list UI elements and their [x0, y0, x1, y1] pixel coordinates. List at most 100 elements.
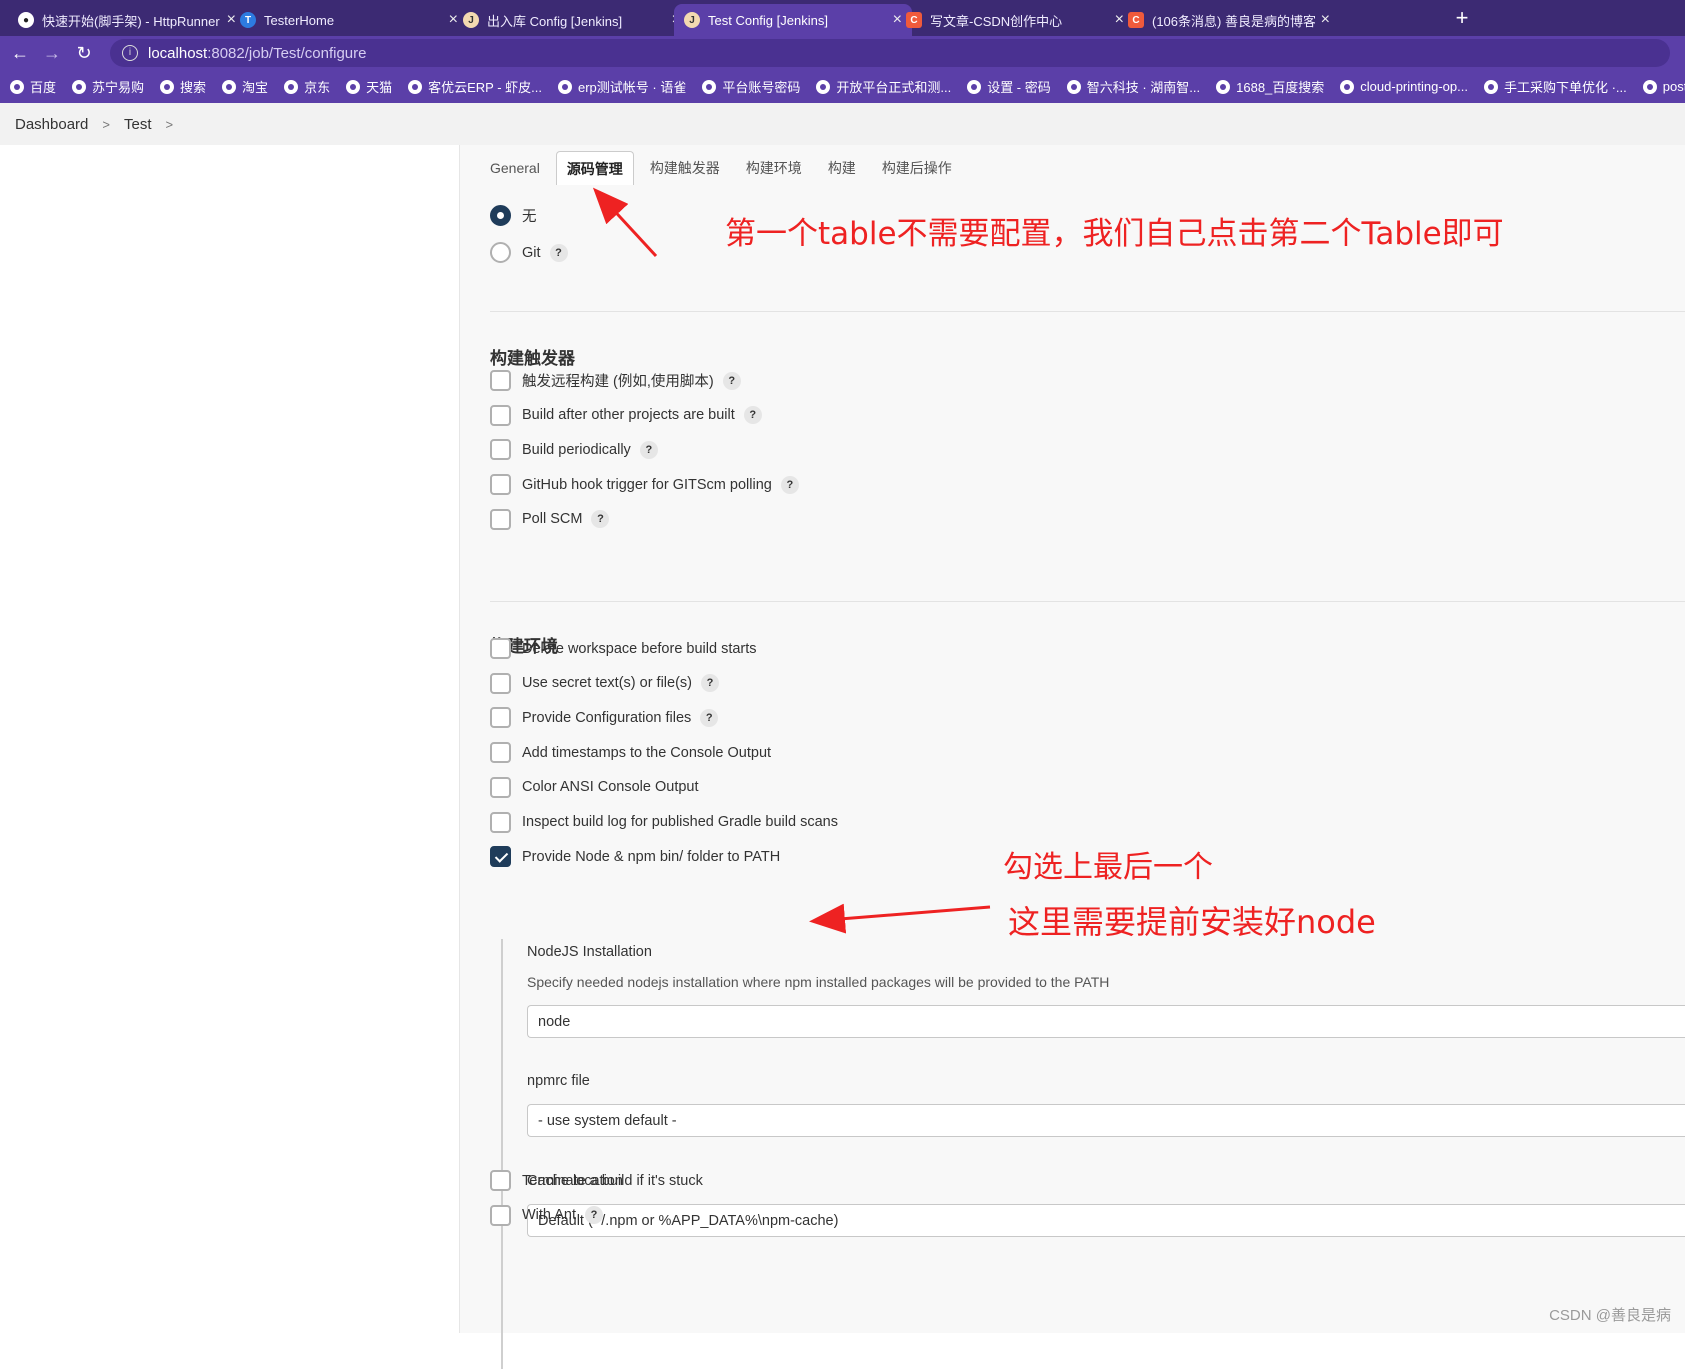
bookmark-item[interactable]: 设置 - 密码 — [967, 77, 1051, 96]
breadcrumb-test[interactable]: Test — [124, 116, 152, 133]
browser-toolbar: ← → ↻ i localhost:8082/job/Test/configur… — [0, 36, 1685, 70]
bookmark-item[interactable]: cloud-printing-op... — [1340, 79, 1468, 94]
forward-icon[interactable]: → — [36, 43, 68, 64]
build-env-item[interactable]: Use secret text(s) or file(s)? — [490, 673, 719, 694]
bookmark-item[interactable]: 淘宝 — [222, 77, 268, 96]
build-env-item[interactable]: Terminate a build if it's stuck — [490, 1170, 703, 1191]
bookmark-item[interactable]: 搜索 — [160, 77, 206, 96]
bookmark-icon — [284, 80, 298, 94]
browser-tab[interactable]: ● 快速开始(脚手架) - HttpRunner × — [8, 4, 246, 36]
scm-option-none[interactable]: 无 — [490, 205, 537, 226]
bookmark-item[interactable]: 开放平台正式和测... — [816, 77, 951, 96]
scm-option-git[interactable]: Git ? — [490, 242, 568, 263]
testerhome-icon: T — [240, 12, 256, 28]
help-icon[interactable]: ? — [550, 244, 568, 262]
bookmark-item[interactable]: 客优云ERP - 虾皮... — [408, 77, 542, 96]
checkbox[interactable] — [490, 673, 511, 694]
browser-tab-bar: ● 快速开始(脚手架) - HttpRunner × T TesterHome … — [0, 0, 1685, 36]
browser-tab[interactable]: C (106条消息) 善良是病的博客_CS × — [1118, 4, 1340, 36]
bookmark-item[interactable]: 1688_百度搜索 — [1216, 77, 1324, 96]
bookmark-icon — [408, 80, 422, 94]
bookmark-label: 苏宁易购 — [92, 77, 144, 96]
chevron-right-icon[interactable]: > — [102, 117, 110, 132]
checkbox[interactable] — [490, 509, 511, 530]
checkbox[interactable] — [490, 777, 511, 798]
bookmark-item[interactable]: 百度 — [10, 77, 56, 96]
radio-button[interactable] — [490, 205, 511, 226]
tab-post-build[interactable]: 构建后操作 — [872, 151, 962, 185]
tab-build[interactable]: 构建 — [818, 151, 866, 185]
tab-build-environment[interactable]: 构建环境 — [736, 151, 812, 185]
bookmark-item[interactable]: 京东 — [284, 77, 330, 96]
trigger-item[interactable]: GitHub hook trigger for GITScm polling? — [490, 474, 799, 495]
tab-build-triggers[interactable]: 构建触发器 — [640, 151, 730, 185]
help-icon[interactable]: ? — [700, 709, 718, 727]
cache-location-select[interactable]: Default (~/.npm or %APP_DATA%\npm-cache) — [527, 1204, 1685, 1237]
browser-tab-active[interactable]: J Test Config [Jenkins] × — [674, 4, 912, 36]
reload-icon[interactable]: ↻ — [68, 43, 100, 64]
bookmark-icon — [702, 80, 716, 94]
help-icon[interactable]: ? — [640, 441, 658, 459]
bookmark-label: post — [1663, 79, 1685, 94]
help-icon[interactable]: ? — [744, 406, 762, 424]
checkbox-label: Inspect build log for published Gradle b… — [522, 814, 838, 830]
build-env-item[interactable]: Provide Configuration files? — [490, 707, 718, 728]
bookmark-item[interactable]: post — [1643, 79, 1685, 94]
watermark: CSDN @善良是病 — [1549, 1304, 1671, 1325]
bookmark-item[interactable]: erp测试帐号 · 语雀 — [558, 77, 686, 96]
checkbox[interactable] — [490, 638, 511, 659]
checkbox-label: Build periodically — [522, 442, 631, 458]
browser-tab[interactable]: J 出入库 Config [Jenkins] × — [453, 4, 691, 36]
bookmark-item[interactable]: 天猫 — [346, 77, 392, 96]
checkbox[interactable] — [490, 707, 511, 728]
help-icon[interactable]: ? — [701, 674, 719, 692]
build-env-item[interactable]: Provide Node & npm bin/ folder to PATH — [490, 846, 780, 867]
browser-tab[interactable]: T TesterHome × — [230, 4, 468, 36]
help-icon[interactable]: ? — [585, 1206, 603, 1224]
build-env-item[interactable]: Delete workspace before build starts — [490, 638, 757, 659]
checkbox-label: Provide Node & npm bin/ folder to PATH — [522, 849, 780, 865]
build-env-item[interactable]: Inspect build log for published Gradle b… — [490, 812, 838, 833]
tab-scm[interactable]: 源码管理 — [556, 151, 634, 185]
checkbox[interactable] — [490, 1205, 511, 1226]
checkbox[interactable] — [490, 812, 511, 833]
help-icon[interactable]: ? — [591, 510, 609, 528]
checkbox[interactable] — [490, 474, 511, 495]
new-tab-button[interactable]: + — [1448, 4, 1476, 32]
build-env-item[interactable]: Color ANSI Console Output — [490, 777, 699, 798]
trigger-item[interactable]: Poll SCM? — [490, 509, 609, 530]
checkbox[interactable] — [490, 370, 511, 391]
radio-button[interactable] — [490, 242, 511, 263]
csdn-icon: C — [906, 12, 922, 28]
checkbox[interactable] — [490, 846, 511, 867]
breadcrumb-dashboard[interactable]: Dashboard — [15, 116, 88, 133]
csdn-icon: C — [1128, 12, 1144, 28]
build-env-item[interactable]: Add timestamps to the Console Output — [490, 742, 771, 763]
chevron-right-icon[interactable]: > — [166, 117, 174, 132]
nodejs-installation-select[interactable]: node — [527, 1005, 1685, 1038]
trigger-item[interactable]: Build after other projects are built? — [490, 405, 762, 426]
annotation-text: 这里需要提前安装好node — [1008, 897, 1376, 943]
help-icon[interactable]: ? — [781, 476, 799, 494]
tab-general[interactable]: General — [480, 151, 550, 185]
checkbox[interactable] — [490, 405, 511, 426]
bookmark-item[interactable]: 苏宁易购 — [72, 77, 144, 96]
trigger-item[interactable]: Build periodically? — [490, 439, 658, 460]
npmrc-select[interactable]: - use system default - — [527, 1104, 1685, 1137]
bookmark-item[interactable]: 平台账号密码 — [702, 77, 800, 96]
bookmark-icon — [558, 80, 572, 94]
bookmark-item[interactable]: 手工采购下单优化 ·... — [1484, 77, 1627, 96]
bookmark-icon — [1643, 80, 1657, 94]
browser-tab[interactable]: C 写文章-CSDN创作中心 × — [896, 4, 1134, 36]
help-icon[interactable]: ? — [723, 372, 741, 390]
address-bar[interactable]: i localhost:8082/job/Test/configure — [110, 39, 1670, 67]
trigger-item[interactable]: 触发远程构建 (例如,使用脚本)? — [490, 370, 741, 391]
info-icon[interactable]: i — [122, 45, 138, 61]
checkbox[interactable] — [490, 742, 511, 763]
close-icon[interactable]: × — [1321, 11, 1330, 29]
checkbox[interactable] — [490, 439, 511, 460]
build-env-item[interactable]: With Ant? — [490, 1205, 603, 1226]
checkbox[interactable] — [490, 1170, 511, 1191]
bookmark-item[interactable]: 智六科技 · 湖南智... — [1067, 77, 1200, 96]
back-icon[interactable]: ← — [4, 43, 36, 64]
